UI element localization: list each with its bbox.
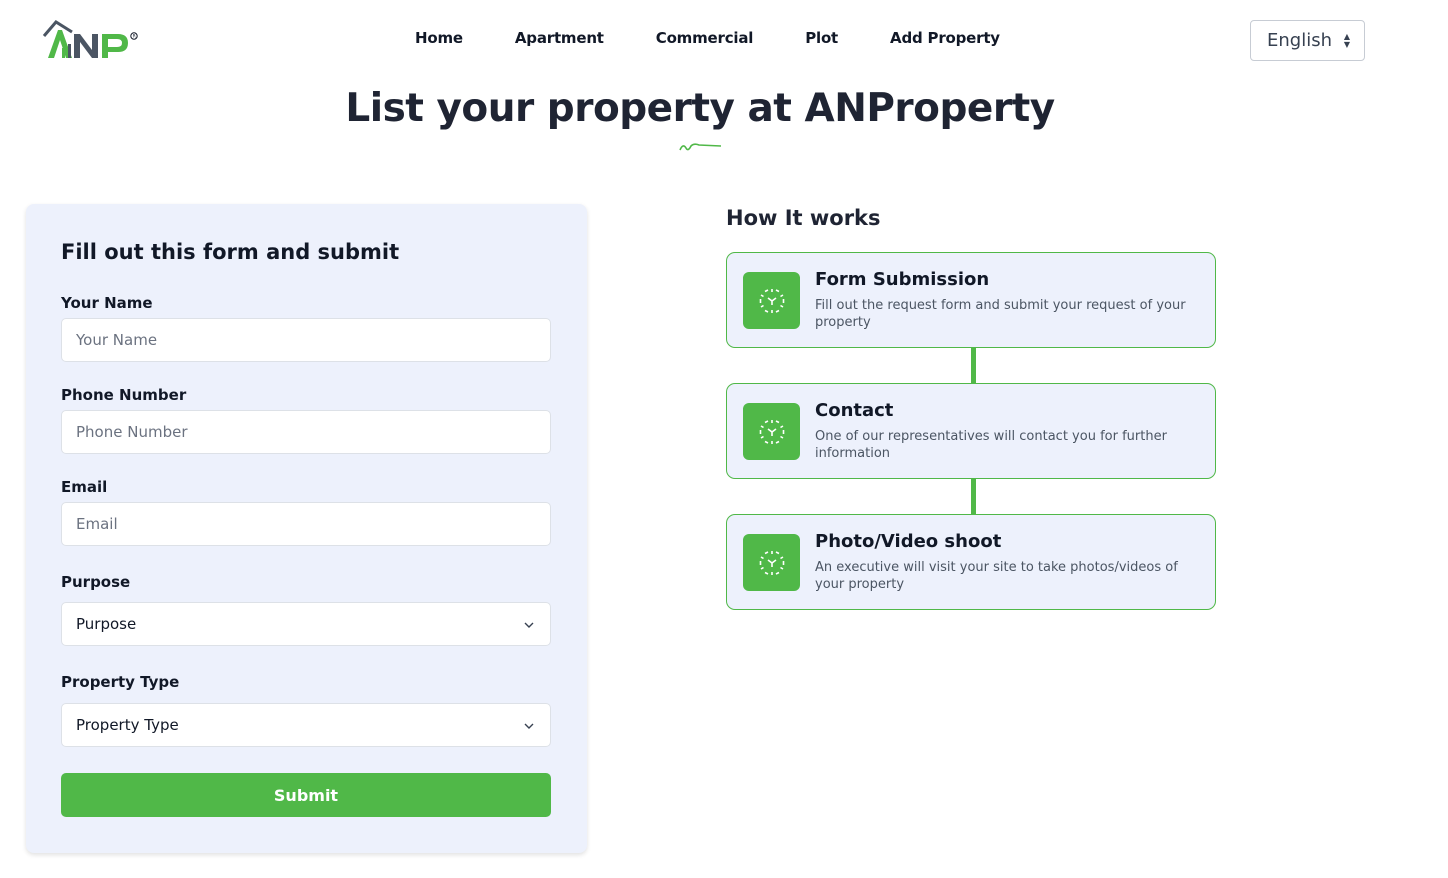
purpose-select[interactable]: Purpose: [61, 602, 551, 646]
title-underline-squiggle: [679, 143, 722, 151]
property-type-select[interactable]: Property Type: [61, 703, 551, 747]
nav-commercial[interactable]: Commercial: [656, 29, 754, 47]
phone-label: Phone Number: [61, 386, 187, 404]
select-arrows-icon: ▲ ▼: [1343, 32, 1350, 49]
purpose-select-value: Purpose: [76, 615, 137, 633]
step-description: An executive will visit your site to tak…: [815, 560, 1178, 592]
name-input[interactable]: [76, 331, 550, 349]
form-heading: Fill out this form and submit: [61, 240, 400, 264]
email-label: Email: [61, 478, 108, 496]
anp-logo[interactable]: R: [42, 18, 142, 62]
nav-apartment[interactable]: Apartment: [515, 29, 604, 47]
phone-input[interactable]: [76, 423, 550, 441]
scan-icon: [743, 272, 800, 329]
email-input[interactable]: [76, 515, 550, 533]
svg-text:R: R: [133, 34, 136, 40]
page-title: List your property at ANProperty: [345, 86, 1055, 131]
step-title: Form Submission: [815, 269, 990, 290]
purpose-label: Purpose: [61, 573, 131, 591]
name-field[interactable]: [61, 318, 551, 362]
step-connector: [971, 347, 976, 383]
property-type-label: Property Type: [61, 673, 180, 691]
email-field[interactable]: [61, 502, 551, 546]
main-nav: Home Apartment Commercial Plot Add Prope…: [415, 29, 1052, 47]
language-select[interactable]: English ▲ ▼: [1250, 20, 1365, 61]
step-photo-video-shoot: Photo/Video shoot An executive will visi…: [726, 514, 1216, 610]
nav-home[interactable]: Home: [415, 29, 463, 47]
property-type-select-value: Property Type: [76, 716, 179, 734]
scan-icon: [743, 403, 800, 460]
language-value: English: [1267, 30, 1332, 51]
phone-field[interactable]: [61, 410, 551, 454]
nav-plot[interactable]: Plot: [805, 29, 838, 47]
step-description: One of our representatives will contact …: [815, 429, 1167, 461]
how-it-works-title: How It works: [726, 206, 881, 230]
step-connector: [971, 478, 976, 514]
name-label: Your Name: [61, 294, 153, 312]
chevron-down-icon: [524, 723, 534, 729]
step-description: Fill out the request form and submit you…: [815, 298, 1186, 330]
scan-icon: [743, 534, 800, 591]
step-title: Contact: [815, 400, 894, 421]
chevron-down-icon: [524, 622, 534, 628]
step-form-submission: Form Submission Fill out the request for…: [726, 252, 1216, 348]
property-form-card: Fill out this form and submit Your Name …: [26, 204, 587, 853]
nav-add-property[interactable]: Add Property: [890, 29, 1000, 47]
submit-button[interactable]: Submit: [61, 773, 551, 817]
step-contact: Contact One of our representatives will …: [726, 383, 1216, 479]
step-title: Photo/Video shoot: [815, 531, 1002, 552]
